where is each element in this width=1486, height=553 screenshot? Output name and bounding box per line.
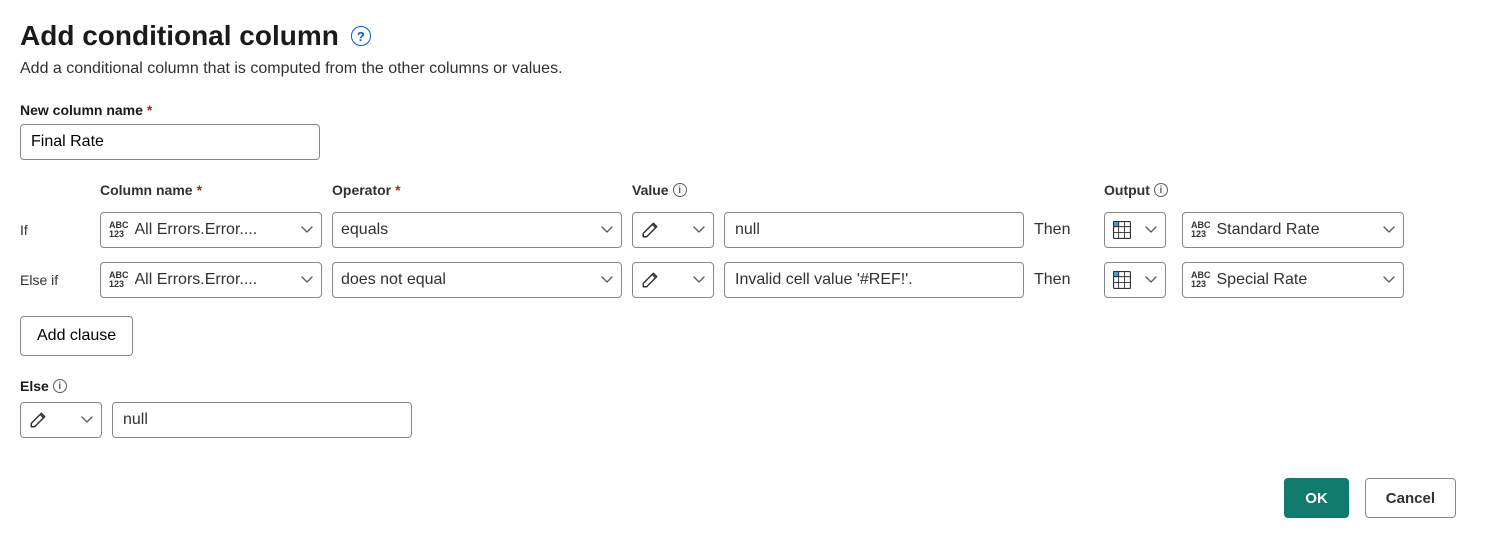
value-header: Value i [632,182,1024,198]
chevron-down-icon [1145,276,1157,284]
chevron-down-icon [601,276,613,284]
conditions-grid: Column name * Operator * Value i Output … [20,182,1466,298]
chevron-down-icon [1383,226,1395,234]
column-name-select[interactable]: ABC123All Errors.Error.... [100,212,322,248]
operator-select[interactable]: does not equal [332,262,622,298]
pencil-icon [641,271,659,289]
value-type-select[interactable] [632,262,714,298]
operator-select[interactable]: equals [332,212,622,248]
abc123-icon: ABC123 [1191,221,1211,239]
output-select[interactable]: ABC123Special Rate [1182,262,1404,298]
abc123-icon: ABC123 [109,221,129,239]
chevron-down-icon [601,226,613,234]
info-icon[interactable]: i [673,183,687,197]
chevron-down-icon [693,226,705,234]
chevron-down-icon [1383,276,1395,284]
dialog-subtitle: Add a conditional column that is compute… [20,60,1466,78]
pencil-icon [641,221,659,239]
output-type-select[interactable] [1104,212,1166,248]
column-name-header: Column name * [100,182,322,198]
chevron-down-icon [693,276,705,284]
info-icon[interactable]: i [1154,183,1168,197]
value-input[interactable]: Invalid cell value '#REF!'. [724,262,1024,298]
else-label: Else i [20,378,1466,394]
dialog-title: Add conditional column [20,20,339,52]
value-type-select[interactable] [632,212,714,248]
chevron-down-icon [301,226,313,234]
cancel-button[interactable]: Cancel [1365,478,1456,518]
table-icon [1113,271,1131,289]
pencil-icon [29,411,47,429]
value-input[interactable]: null [724,212,1024,248]
else-type-select[interactable] [20,402,102,438]
chevron-down-icon [81,416,93,424]
else-value-input[interactable]: null [112,402,412,438]
if-label: If [20,222,90,238]
else-if-label: Else if [20,272,90,288]
then-label: Then [1034,221,1094,239]
then-label: Then [1034,271,1094,289]
new-column-name-input[interactable] [20,124,320,160]
output-type-select[interactable] [1104,262,1166,298]
new-column-name-label: New column name* [20,102,1466,118]
chevron-down-icon [1145,226,1157,234]
abc123-icon: ABC123 [1191,271,1211,289]
ok-button[interactable]: OK [1284,478,1349,518]
help-icon[interactable]: ? [351,26,371,46]
output-select[interactable]: ABC123Standard Rate [1182,212,1404,248]
output-header: Output i [1104,182,1404,198]
table-icon [1113,221,1131,239]
abc123-icon: ABC123 [109,271,129,289]
chevron-down-icon [301,276,313,284]
add-clause-button[interactable]: Add clause [20,316,133,356]
operator-header: Operator * [332,182,622,198]
column-name-select[interactable]: ABC123All Errors.Error.... [100,262,322,298]
info-icon[interactable]: i [53,379,67,393]
